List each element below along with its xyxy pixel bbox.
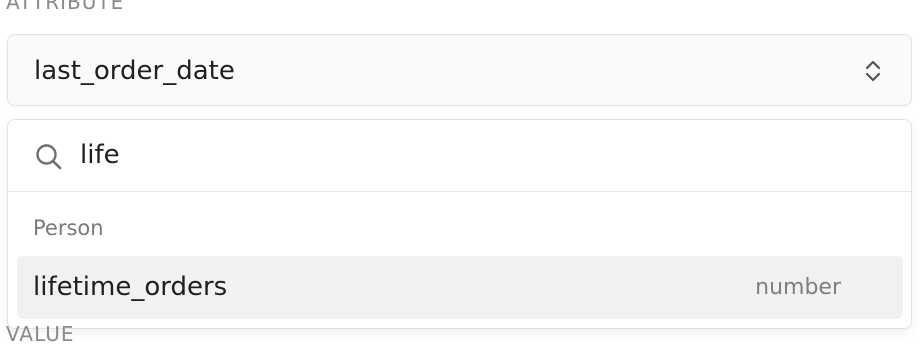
attribute-dropdown: Person lifetime_orders number: [7, 119, 912, 329]
attribute-search-input[interactable]: [80, 136, 860, 174]
value-label: VALUE: [6, 322, 75, 346]
attribute-filter-panel: ATTRIBUTE last_order_date Person lifetim…: [0, 0, 920, 348]
option-name: lifetime_orders: [33, 272, 228, 302]
attribute-label: ATTRIBUTE: [6, 0, 125, 14]
search-icon: [36, 144, 62, 170]
option-type-badge: number: [755, 275, 841, 300]
option-lifetime-orders[interactable]: lifetime_orders number: [17, 256, 903, 319]
dropdown-search-row: [8, 120, 911, 192]
group-label-person: Person: [33, 216, 104, 240]
attribute-select-value: last_order_date: [34, 56, 235, 86]
attribute-select[interactable]: last_order_date: [7, 34, 912, 106]
chevron-up-down-icon: [865, 60, 881, 82]
